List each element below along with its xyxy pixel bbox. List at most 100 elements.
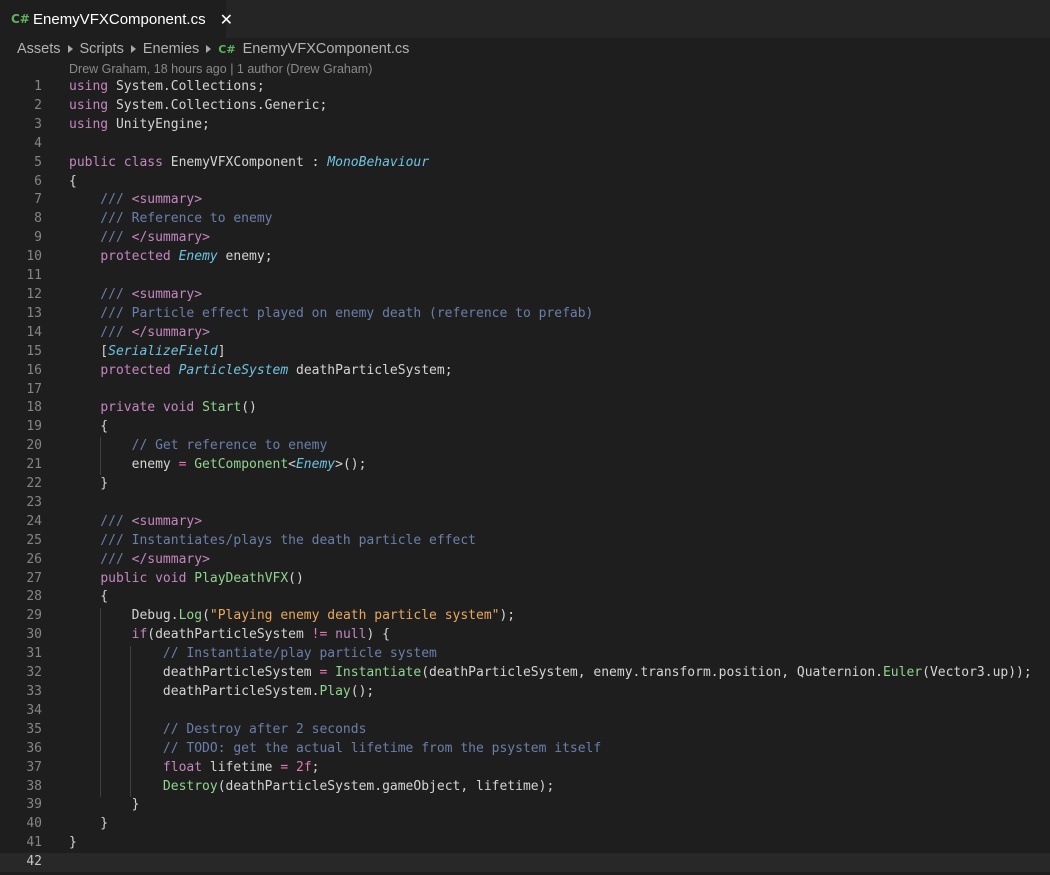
code-line[interactable]: 30 if(deathParticleSystem != null) { <box>0 626 1050 645</box>
code-line[interactable]: 8 /// Reference to enemy <box>0 210 1050 229</box>
code-line[interactable]: 41} <box>0 834 1050 853</box>
code-token: MonoBehaviour <box>327 154 430 170</box>
code-token: summary <box>139 513 195 529</box>
code-line[interactable]: 34 <box>0 702 1050 721</box>
line-number: 41 <box>26 835 42 851</box>
code-token: } <box>69 476 109 492</box>
code-line[interactable]: 17 <box>0 381 1050 400</box>
code-text: /// Particle effect played on enemy deat… <box>69 305 593 324</box>
code-line[interactable]: 33 deathParticleSystem.Play(); <box>0 683 1050 702</box>
code-line[interactable]: 31 // Instantiate/play particle system <box>0 645 1050 664</box>
code-line[interactable]: 22 } <box>0 475 1050 494</box>
code-line[interactable]: 39 } <box>0 796 1050 815</box>
code-line[interactable]: 42 <box>0 853 1050 873</box>
code-token: deathParticleSystem <box>69 665 320 681</box>
code-token: PlayDeathVFX <box>194 570 289 586</box>
line-number: 31 <box>26 646 42 662</box>
code-line[interactable]: 28 { <box>0 588 1050 607</box>
code-line[interactable]: 21 enemy = GetComponent<Enemy>(); <box>0 456 1050 475</box>
code-line[interactable]: 13 /// Particle effect played on enemy d… <box>0 305 1050 324</box>
code-text: // TODO: get the actual lifetime from th… <box>69 740 601 759</box>
code-text: /// <summary> <box>69 513 202 532</box>
code-line[interactable]: 27 public void PlayDeathVFX() <box>0 570 1050 589</box>
code-text: float lifetime = 2f; <box>69 759 320 778</box>
breadcrumb-item-scripts[interactable]: Scripts <box>80 41 124 57</box>
code-text: deathParticleSystem = Instantiate(deathP… <box>69 664 1032 683</box>
code-token: protected <box>100 362 171 378</box>
code-line[interactable]: 4 <box>0 135 1050 154</box>
line-number: 1 <box>34 79 42 94</box>
code-token: using <box>69 116 109 132</box>
code-line[interactable]: 7 /// <summary> <box>0 191 1050 210</box>
code-editor[interactable]: 1 using System.Collections; 2 using System.… <box>0 78 1050 873</box>
line-number: 8 <box>34 211 42 227</box>
code-line[interactable]: 25 /// Instantiates/plays the death part… <box>0 532 1050 551</box>
code-token: summary <box>147 551 203 567</box>
code-line[interactable]: 2 using System.Collections.Generic; <box>0 97 1050 116</box>
git-blame-annotation[interactable]: Drew Graham, 18 hours ago | 1 author (Dr… <box>69 62 372 76</box>
code-line[interactable]: 38 Destroy(deathParticleSystem.gameObjec… <box>0 778 1050 797</box>
code-line[interactable]: 11 <box>0 267 1050 286</box>
code-line[interactable]: 20 // Get reference to enemy <box>0 437 1050 456</box>
code-token: /// Particle effect played on enemy deat… <box>69 305 594 321</box>
code-token: null <box>335 627 367 643</box>
line-number: 23 <box>26 494 42 510</box>
breadcrumb-item-file[interactable]: EnemyVFXComponent.cs <box>243 41 410 57</box>
code-token: { <box>69 589 109 605</box>
code-line[interactable]: 23 <box>0 494 1050 513</box>
code-line[interactable]: 24 /// <summary> <box>0 513 1050 532</box>
code-token: "Playing enemy death particle system" <box>209 608 500 624</box>
code-text: enemy = GetComponent<Enemy>(); <box>69 456 367 475</box>
code-line[interactable]: 29 Debug.Log("Playing enemy death partic… <box>0 607 1050 626</box>
line-number: 9 <box>34 230 42 246</box>
tab-enemyvfxcomponent[interactable]: C# EnemyVFXComponent.cs ✕ <box>0 0 233 38</box>
close-icon[interactable]: ✕ <box>220 10 233 29</box>
line-number: 14 <box>26 324 42 340</box>
line-number: 15 <box>26 343 42 359</box>
code-line[interactable]: 40 } <box>0 815 1050 834</box>
code-line[interactable]: 18 private void Start() <box>0 399 1050 418</box>
breadcrumb-item-assets[interactable]: Assets <box>17 41 61 57</box>
code-line[interactable]: 3 using UnityEngine; <box>0 116 1050 135</box>
breadcrumb-item-enemies[interactable]: Enemies <box>143 41 199 57</box>
code-token: class <box>123 154 163 170</box>
code-line[interactable]: 5 public class EnemyVFXComponent : MonoBe… <box>0 154 1050 173</box>
code-line[interactable]: 10 protected Enemy enemy; <box>0 248 1050 267</box>
code-token: /// Reference to enemy <box>69 211 273 227</box>
code-line[interactable]: 1 using System.Collections; <box>0 78 1050 97</box>
code-line[interactable]: 19 { <box>0 418 1050 437</box>
tab-bar: C# EnemyVFXComponent.cs ✕ <box>0 0 1050 38</box>
code-line[interactable]: 35 // Destroy after 2 seconds <box>0 721 1050 740</box>
line-number: 16 <box>26 362 42 378</box>
code-token: System.Collections; <box>108 79 265 94</box>
line-number: 5 <box>34 154 42 170</box>
code-token: Destroy <box>162 778 218 794</box>
code-line[interactable]: 26 /// </summary> <box>0 551 1050 570</box>
indent-guide <box>130 645 131 797</box>
code-text: public class EnemyVFXComponent : MonoBeh… <box>69 154 429 173</box>
code-line[interactable]: 6{ <box>0 173 1050 192</box>
code-line[interactable]: 32 deathParticleSystem = Instantiate(dea… <box>0 664 1050 683</box>
code-line[interactable]: 37 float lifetime = 2f; <box>0 759 1050 778</box>
code-token: { <box>69 419 109 435</box>
code-text: private void Start() <box>69 399 257 418</box>
code-text: deathParticleSystem.Play(); <box>69 683 374 702</box>
code-line[interactable]: 14 /// </summary> <box>0 324 1050 343</box>
code-line[interactable]: 36 // TODO: get the actual lifetime from… <box>0 740 1050 759</box>
line-number: 30 <box>26 627 42 643</box>
code-text: Debug.Log("Playing enemy death particle … <box>69 607 516 626</box>
line-number: 20 <box>26 438 42 454</box>
code-token: public <box>69 154 116 170</box>
code-text: } <box>69 475 108 494</box>
line-number: 39 <box>26 797 42 813</box>
code-token: ; <box>311 759 320 775</box>
line-number: 21 <box>26 457 42 473</box>
code-line[interactable]: 12 /// <summary> <box>0 286 1050 305</box>
code-line[interactable]: 9 /// </summary> <box>0 229 1050 248</box>
code-line[interactable]: 15 [SerializeField] <box>0 343 1050 362</box>
code-line[interactable]: 16 protected ParticleSystem deathParticl… <box>0 362 1050 381</box>
code-token: ParticleSystem <box>178 362 289 378</box>
code-token: public <box>100 570 148 586</box>
chevron-right-icon <box>206 45 212 53</box>
